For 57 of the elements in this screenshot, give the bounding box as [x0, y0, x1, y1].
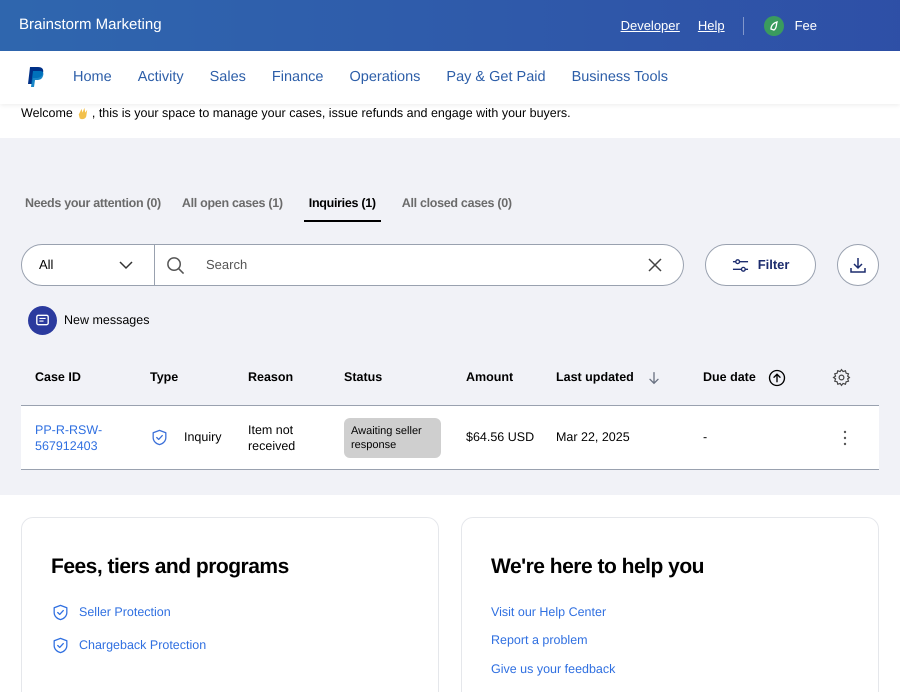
- table-cell-text: -: [703, 429, 708, 446]
- filter-button[interactable]: Filter: [704, 244, 816, 286]
- status-badge: Awaiting seller response: [344, 418, 441, 458]
- card-link[interactable]: Give us your feedback: [491, 660, 849, 679]
- card-title: We're here to help you: [491, 554, 705, 580]
- user-name[interactable]: Fee: [794, 16, 817, 36]
- download-button[interactable]: [837, 244, 879, 286]
- card-link[interactable]: Visit our Help Center: [491, 602, 849, 622]
- search-icon: [166, 256, 185, 274]
- business-name: Brainstorm Marketing: [19, 15, 162, 36]
- more-options-icon[interactable]: [843, 430, 847, 446]
- column-header: Last updated: [556, 369, 634, 386]
- logo-icon[interactable]: [27, 67, 45, 88]
- welcome-message: Welcome , this is your space to manage your cases, issue refunds and engage with your buyers.: [21, 104, 571, 123]
- card-link[interactable]: Report a problem: [491, 631, 849, 650]
- type-dropdown[interactable]: All: [21, 244, 155, 286]
- close-icon[interactable]: [648, 258, 662, 272]
- table-cell-text: Inquiry: [184, 429, 222, 446]
- settings-icon[interactable]: [832, 368, 851, 387]
- arrow-up-circle-icon[interactable]: [768, 368, 786, 386]
- column-header: Case ID: [35, 369, 81, 386]
- case-id-link[interactable]: PP-R-RSW-567912403: [35, 422, 150, 454]
- nav-link[interactable]: Pay & Get Paid: [446, 66, 546, 88]
- nav-link[interactable]: Activity: [138, 66, 184, 88]
- search-input[interactable]: Search: [206, 255, 648, 275]
- nav-link[interactable]: Finance: [272, 66, 324, 88]
- shield-check-icon: [51, 602, 70, 622]
- table-cell-text: Mar 22, 2025: [556, 429, 631, 446]
- card-title: Fees, tiers and programs: [51, 554, 290, 580]
- nav-link[interactable]: Business Tools: [572, 66, 668, 88]
- message-icon: [28, 306, 57, 335]
- case-tab[interactable]: Needs your attention (0): [25, 186, 161, 222]
- avatar-icon[interactable]: [764, 16, 784, 36]
- search-field[interactable]: Search: [155, 244, 684, 286]
- card-link[interactable]: Seller Protection: [51, 602, 409, 622]
- new-messages-label: New messages: [64, 312, 150, 330]
- header-link[interactable]: Developer: [620, 16, 680, 36]
- nav-link[interactable]: Sales: [210, 66, 246, 88]
- column-header: Status: [344, 369, 382, 386]
- column-header: Amount: [466, 369, 514, 386]
- shield-check-icon: [51, 636, 70, 654]
- case-tab[interactable]: All open cases (1): [182, 186, 283, 222]
- table-cell-text: Item not received: [248, 422, 296, 454]
- column-header: Type: [150, 369, 178, 386]
- nav-link[interactable]: Home: [73, 66, 112, 88]
- nav-link[interactable]: Operations: [349, 66, 420, 88]
- column-header: Due date: [703, 369, 756, 386]
- case-tab[interactable]: All closed cases (0): [402, 186, 512, 222]
- case-row[interactable]: PP-R-RSW-567912403 Inquiry Item not received Awaiting seller response $64.56 USD Mar 22, 2025 -: [21, 405, 879, 470]
- card-link[interactable]: Chargeback Protection: [51, 636, 409, 654]
- table-cell-text: $64.56 USD: [466, 429, 536, 446]
- download-icon: [849, 256, 868, 274]
- column-header: Reason: [248, 369, 294, 386]
- sliders-icon: [732, 256, 749, 274]
- shield-check-icon: [150, 428, 169, 447]
- case-tab[interactable]: Inquiries (1): [304, 186, 381, 222]
- header-link[interactable]: Help: [698, 16, 725, 36]
